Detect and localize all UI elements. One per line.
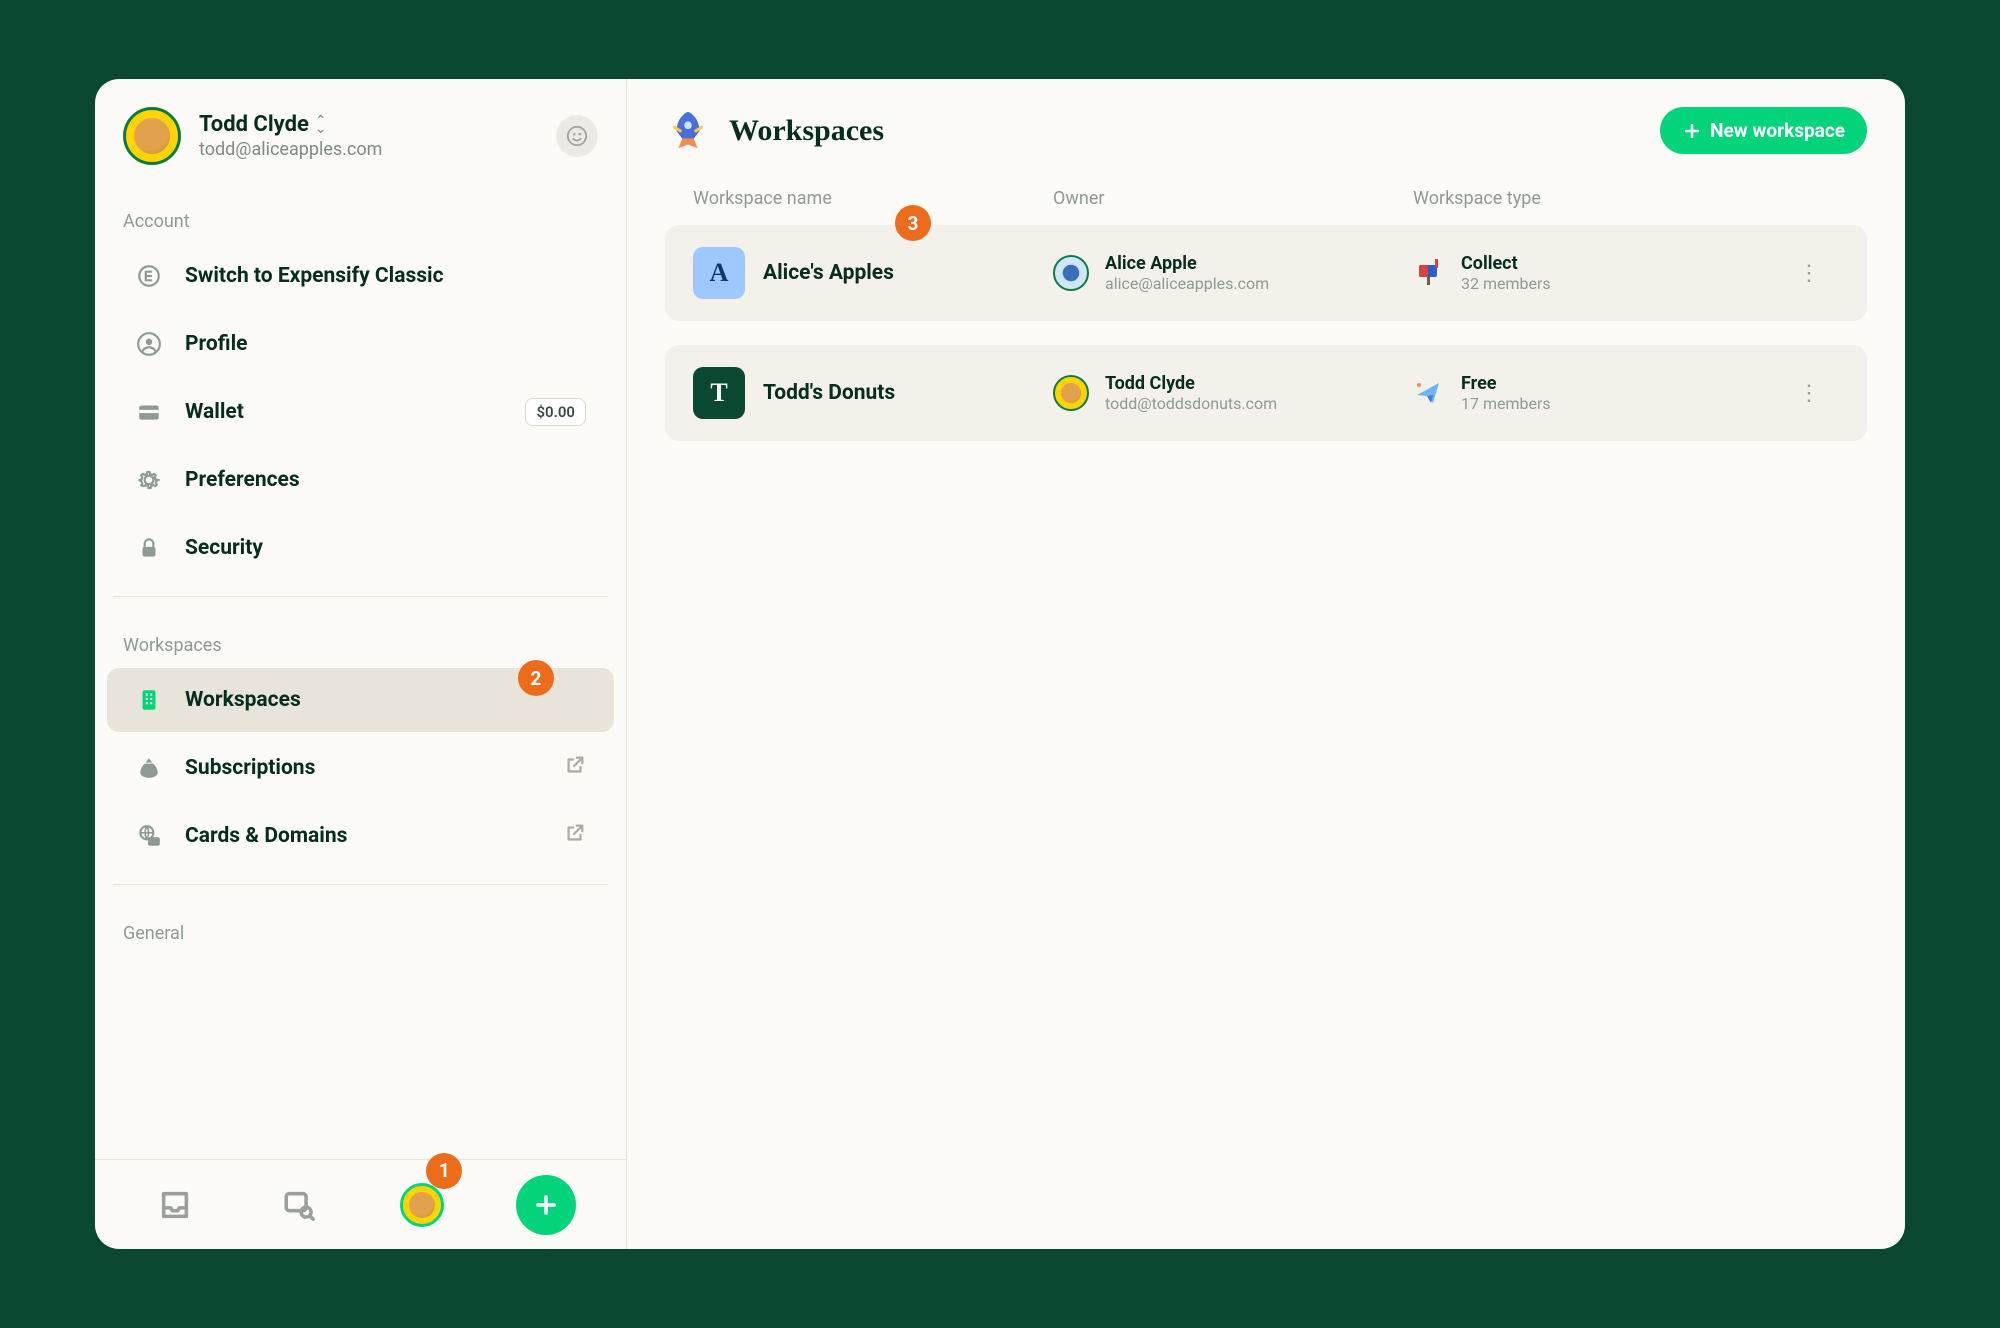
nav-label: Subscriptions bbox=[185, 756, 315, 780]
workspace-name: Alice's Apples bbox=[763, 261, 894, 285]
workspace-members: 32 members bbox=[1461, 274, 1551, 293]
nav-preferences[interactable]: Preferences bbox=[107, 448, 614, 512]
bottom-nav-inbox[interactable] bbox=[145, 1175, 205, 1235]
nav-label: Wallet bbox=[185, 400, 244, 424]
owner-avatar bbox=[1053, 375, 1089, 411]
nav-label: Switch to Expensify Classic bbox=[185, 264, 444, 288]
nav-workspaces[interactable]: Workspaces 2 bbox=[107, 668, 614, 732]
new-workspace-button[interactable]: New workspace bbox=[1660, 107, 1867, 154]
profile-icon bbox=[135, 330, 163, 358]
app-window: Todd Clyde ⌃⌄ todd@aliceapples.com Accou… bbox=[95, 79, 1905, 1249]
owner-email: alice@aliceapples.com bbox=[1105, 274, 1269, 293]
nav-label: Preferences bbox=[185, 468, 300, 492]
bottom-nav: 1 bbox=[95, 1159, 626, 1249]
bottom-nav-account[interactable]: 1 bbox=[392, 1175, 452, 1235]
divider bbox=[113, 884, 608, 885]
row-menu-button[interactable]: ⋮ bbox=[1779, 381, 1839, 406]
nav-subscriptions[interactable]: Subscriptions bbox=[107, 736, 614, 800]
gear-icon bbox=[135, 466, 163, 494]
owner-name: Todd Clyde bbox=[1105, 373, 1277, 394]
inbox-icon bbox=[158, 1188, 192, 1222]
row-menu-button[interactable]: ⋮ bbox=[1779, 261, 1839, 286]
wallet-icon bbox=[135, 398, 163, 426]
nav-label: Workspaces bbox=[185, 688, 301, 712]
nav-switch-classic[interactable]: Switch to Expensify Classic bbox=[107, 244, 614, 308]
nav-label: Profile bbox=[185, 332, 247, 356]
button-label: New workspace bbox=[1710, 119, 1845, 142]
owner-name: Alice Apple bbox=[1105, 253, 1269, 274]
nav-cards-domains[interactable]: Cards & Domains bbox=[107, 804, 614, 868]
divider bbox=[113, 596, 608, 597]
workspace-avatar: A bbox=[693, 247, 745, 299]
nav-label: Security bbox=[185, 536, 263, 560]
col-owner: Owner bbox=[1053, 188, 1413, 209]
col-name: Workspace name bbox=[693, 188, 1053, 209]
receipt-search-icon bbox=[282, 1188, 316, 1222]
building-icon bbox=[135, 686, 163, 714]
user-avatar bbox=[123, 107, 181, 165]
workspace-type: Collect bbox=[1461, 253, 1551, 274]
mailbox-icon bbox=[1413, 257, 1445, 289]
money-bag-icon bbox=[135, 754, 163, 782]
section-workspaces-label: Workspaces bbox=[95, 611, 626, 666]
nav-security[interactable]: Security bbox=[107, 516, 614, 580]
workspace-row[interactable]: T Todd's Donuts Todd Clyde todd@toddsdon… bbox=[665, 345, 1867, 441]
nav-wallet[interactable]: Wallet $0.00 bbox=[107, 380, 614, 444]
annotation-badge-2: 2 bbox=[518, 660, 554, 696]
external-link-icon bbox=[564, 822, 586, 850]
plus-icon bbox=[532, 1191, 560, 1219]
user-avatar-small bbox=[400, 1183, 444, 1227]
rocket-icon bbox=[665, 108, 711, 154]
owner-avatar bbox=[1053, 255, 1089, 291]
paper-plane-icon bbox=[1413, 377, 1445, 409]
section-general-label: General bbox=[95, 899, 626, 954]
page-header: Workspaces New workspace bbox=[665, 107, 1867, 154]
nav-label: Cards & Domains bbox=[185, 824, 347, 848]
expensify-classic-icon bbox=[135, 262, 163, 290]
sidebar: Todd Clyde ⌃⌄ todd@aliceapples.com Accou… bbox=[95, 79, 627, 1249]
smiley-icon bbox=[566, 125, 588, 147]
section-account-label: Account bbox=[95, 187, 626, 242]
user-header[interactable]: Todd Clyde ⌃⌄ todd@aliceapples.com bbox=[95, 79, 626, 187]
workspace-members: 17 members bbox=[1461, 394, 1551, 413]
chevron-updown-icon: ⌃⌄ bbox=[315, 117, 327, 133]
workspace-row[interactable]: A Alice's Apples Alice Apple alice@alice… bbox=[665, 225, 1867, 321]
external-link-icon bbox=[564, 754, 586, 782]
plus-fab[interactable] bbox=[516, 1175, 576, 1235]
owner-email: todd@toddsdonuts.com bbox=[1105, 394, 1277, 413]
plus-icon bbox=[1682, 121, 1702, 141]
page-title: Workspaces bbox=[729, 114, 884, 148]
col-type: Workspace type bbox=[1413, 188, 1779, 209]
workspace-avatar: T bbox=[693, 367, 745, 419]
status-emoji-button[interactable] bbox=[556, 115, 598, 157]
lock-icon bbox=[135, 534, 163, 562]
table-header: Workspace name Owner Workspace type bbox=[665, 188, 1867, 225]
bottom-nav-search[interactable] bbox=[269, 1175, 329, 1235]
user-email: todd@aliceapples.com bbox=[199, 139, 382, 160]
main-content: Workspaces New workspace Workspace name … bbox=[627, 79, 1905, 1249]
workspace-name: Todd's Donuts bbox=[763, 381, 895, 405]
wallet-balance: $0.00 bbox=[525, 398, 586, 426]
workspace-type: Free bbox=[1461, 373, 1551, 394]
nav-profile[interactable]: Profile bbox=[107, 312, 614, 376]
globe-card-icon bbox=[135, 822, 163, 850]
user-name: Todd Clyde bbox=[199, 112, 309, 137]
annotation-badge-1: 1 bbox=[426, 1153, 462, 1189]
annotation-badge-3: 3 bbox=[895, 205, 931, 241]
bottom-nav-create[interactable] bbox=[516, 1175, 576, 1235]
